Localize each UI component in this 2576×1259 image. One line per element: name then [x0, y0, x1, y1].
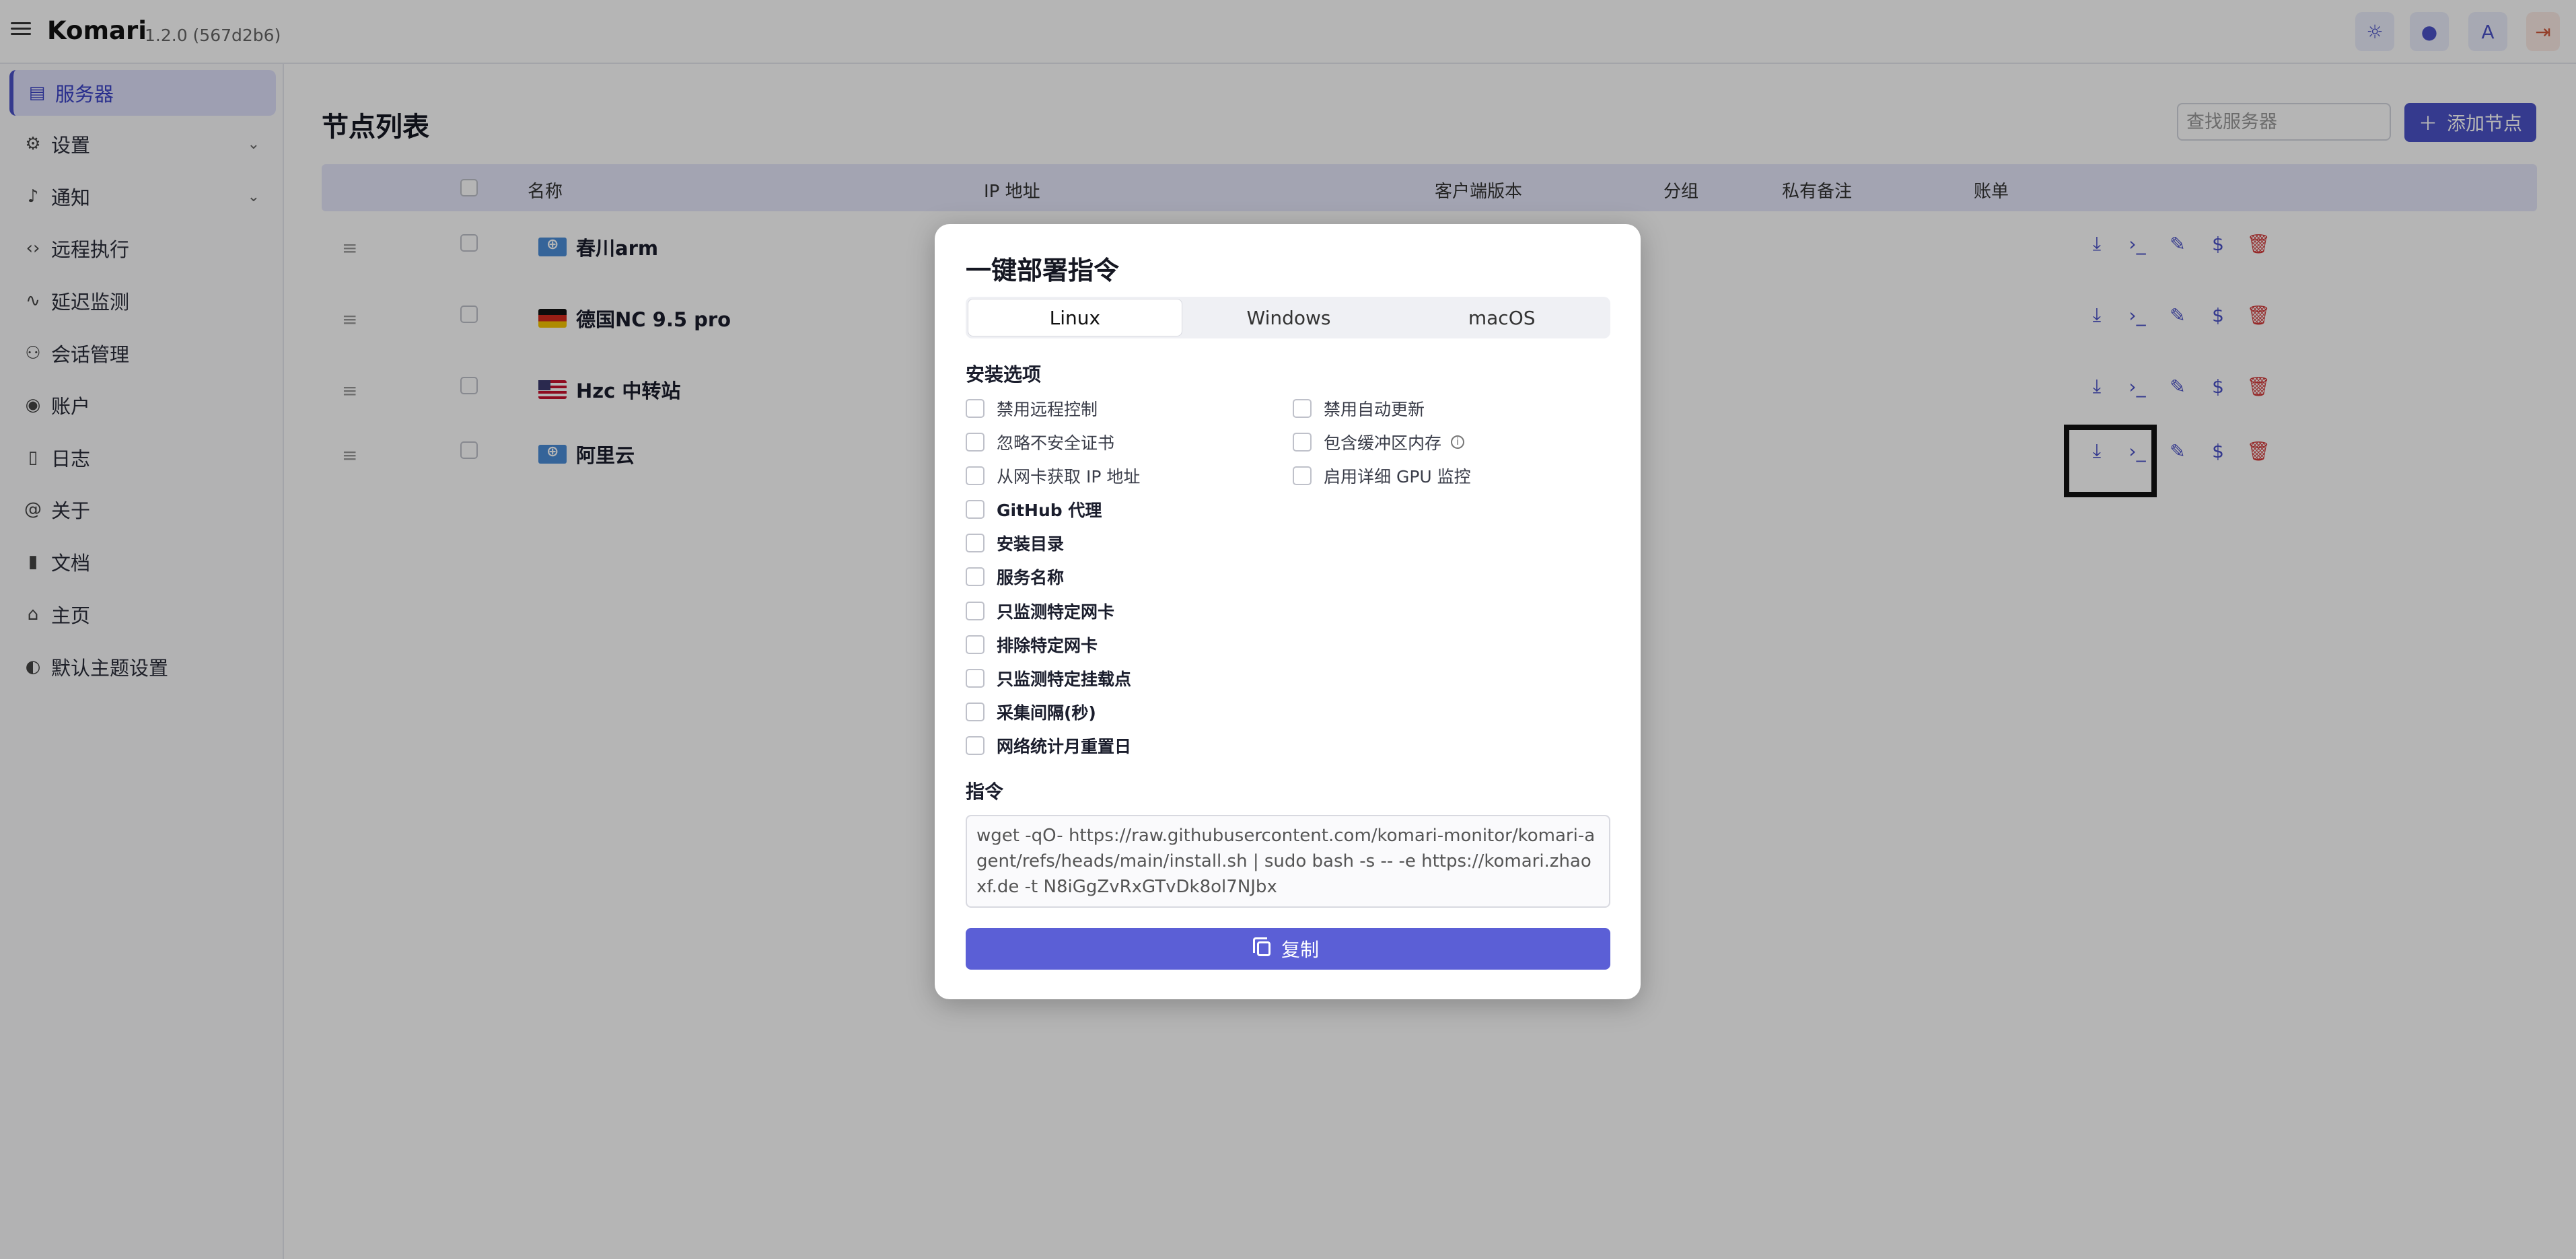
tab-linux[interactable]: Linux	[968, 299, 1182, 336]
option-label: 从网卡获取 IP 地址	[997, 467, 1141, 487]
option-include-nics[interactable]: 只监测特定网卡	[966, 599, 1114, 623]
tab-macos[interactable]: macOS	[1395, 299, 1608, 336]
option-disable-remote-control[interactable]: 禁用远程控制	[966, 396, 1098, 421]
tab-windows[interactable]: Windows	[1182, 299, 1396, 336]
option-interval[interactable]: 采集间隔(秒)	[966, 700, 1096, 724]
option-install-dir[interactable]: 安装目录	[966, 531, 1064, 555]
checkbox[interactable]	[966, 669, 985, 688]
info-icon[interactable]: i	[1451, 435, 1465, 449]
option-include-buffer-memory[interactable]: 包含缓冲区内存 i	[1293, 430, 1465, 454]
option-label: GitHub 代理	[997, 501, 1102, 520]
command-title: 指令	[966, 781, 1004, 803]
option-ignore-insecure-cert[interactable]: 忽略不安全证书	[966, 430, 1114, 454]
option-label: 禁用远程控制	[997, 400, 1098, 419]
checkbox[interactable]	[1293, 433, 1312, 452]
option-label: 启用详细 GPU 监控	[1324, 467, 1471, 487]
option-label: 网络统计月重置日	[997, 737, 1132, 756]
checkbox[interactable]	[966, 399, 985, 418]
option-include-mountpoints[interactable]: 只监测特定挂载点	[966, 666, 1131, 690]
option-label: 只监测特定网卡	[997, 602, 1115, 622]
os-tabs: Linux Windows macOS	[966, 297, 1610, 338]
option-month-rotate[interactable]: 网络统计月重置日	[966, 733, 1131, 758]
checkbox[interactable]	[966, 466, 985, 485]
option-detailed-gpu-monitor[interactable]: 启用详细 GPU 监控	[1293, 464, 1471, 488]
dialog-title: 一键部署指令	[966, 256, 1120, 285]
copy-button[interactable]: 复制	[966, 928, 1610, 970]
checkbox[interactable]	[1293, 399, 1312, 418]
checkbox[interactable]	[966, 602, 985, 620]
option-ip-from-nic[interactable]: 从网卡获取 IP 地址	[966, 464, 1140, 488]
option-disable-auto-update[interactable]: 禁用自动更新	[1293, 396, 1425, 421]
copy-button-label: 复制	[1281, 939, 1319, 961]
option-label: 禁用自动更新	[1324, 400, 1425, 419]
checkbox[interactable]	[1293, 466, 1312, 485]
option-label: 采集间隔(秒)	[997, 703, 1096, 723]
option-label: 只监测特定挂载点	[997, 670, 1132, 689]
option-github-proxy[interactable]: GitHub 代理	[966, 497, 1102, 521]
deploy-command-dialog: 一键部署指令 Linux Windows macOS 安装选项 禁用远程控制 忽…	[935, 224, 1641, 999]
checkbox[interactable]	[966, 703, 985, 721]
option-label: 忽略不安全证书	[997, 433, 1115, 453]
checkbox[interactable]	[966, 534, 985, 552]
checkbox[interactable]	[966, 567, 985, 586]
checkbox[interactable]	[966, 736, 985, 755]
checkbox[interactable]	[966, 433, 985, 452]
option-label: 服务名称	[997, 568, 1065, 587]
command-textarea[interactable]: wget -qO- https://raw.githubusercontent.…	[966, 815, 1610, 908]
install-options-title: 安装选项	[966, 363, 1042, 386]
copy-icon	[1252, 937, 1271, 956]
option-label: 排除特定网卡	[997, 636, 1098, 655]
option-exclude-nics[interactable]: 排除特定网卡	[966, 633, 1098, 657]
checkbox[interactable]	[966, 500, 985, 519]
checkbox[interactable]	[966, 635, 985, 654]
option-service-name[interactable]: 服务名称	[966, 565, 1064, 589]
option-label: 安装目录	[997, 534, 1065, 554]
option-label: 包含缓冲区内存	[1324, 433, 1442, 453]
